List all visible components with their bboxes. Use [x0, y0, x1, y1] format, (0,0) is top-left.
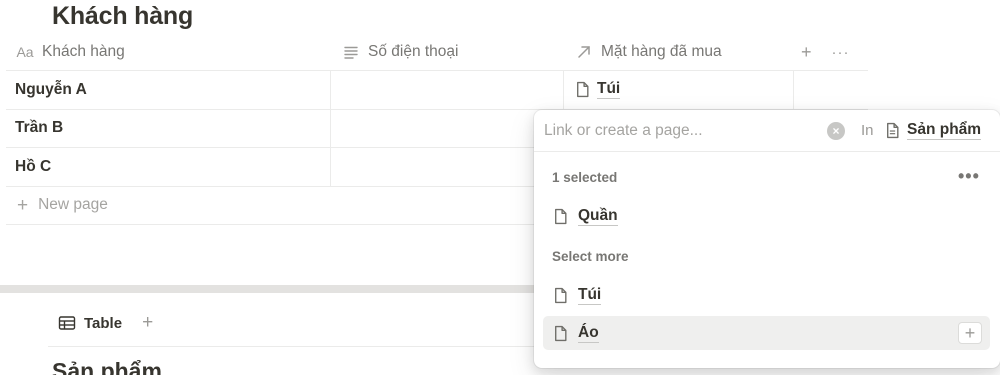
more-options-button[interactable]: ··· — [832, 44, 850, 61]
in-label: In — [861, 122, 874, 139]
phone-cell[interactable] — [331, 148, 564, 186]
column-header-label: Số điện thoại — [368, 43, 459, 60]
document-icon — [887, 122, 899, 139]
add-property-button[interactable]: + — [801, 42, 812, 63]
customer-name-cell[interactable]: Nguyễn A — [6, 71, 331, 109]
relation-picker-popup: × In Sản phẩm 1 selected ••• Quần Select… — [534, 110, 1000, 368]
customer-name-cell[interactable]: Trần B — [6, 109, 331, 147]
option-label: Quần — [578, 206, 618, 226]
table-header-row: Aa Khách hàng Số điện thoại Mặt hàng đã … — [6, 34, 868, 71]
page-reference[interactable]: Túi — [574, 80, 621, 100]
tab-table[interactable]: Table — [84, 315, 122, 332]
page-icon — [555, 208, 567, 224]
add-option-button[interactable]: + — [958, 322, 982, 344]
text-aa-icon: Aa — [16, 44, 34, 60]
selected-count-label: 1 selected — [552, 170, 618, 185]
column-header-label: Khách hàng — [42, 43, 125, 60]
column-header-label: Mặt hàng đã mua — [601, 43, 722, 60]
customer-name-cell[interactable]: Hồ C — [6, 148, 331, 186]
database-selector[interactable]: Sản phẩm — [884, 121, 982, 140]
add-view-button[interactable]: + — [142, 312, 153, 334]
select-more-label: Select more — [552, 249, 629, 264]
column-header-name[interactable]: Aa Khách hàng — [6, 34, 331, 70]
table-icon — [58, 316, 76, 330]
more-icon[interactable]: ••• — [958, 166, 980, 187]
page-icon — [555, 287, 567, 303]
page-title: Khách hàng — [52, 2, 194, 30]
divider-band — [0, 285, 540, 293]
option-label: Áo — [578, 323, 599, 343]
page-reference-label: Túi — [597, 80, 621, 100]
column-header-phone[interactable]: Số điện thoại — [331, 34, 564, 70]
plus-icon: + — [17, 194, 29, 216]
search-input[interactable] — [544, 121, 814, 140]
page-icon — [577, 82, 589, 98]
new-page-label: New page — [38, 196, 108, 213]
clear-icon[interactable]: × — [827, 122, 845, 140]
selected-option-quan[interactable]: Quần — [543, 199, 990, 233]
option-label: Túi — [578, 285, 602, 305]
page-icon — [555, 325, 567, 341]
view-divider — [48, 346, 540, 347]
table-row[interactable]: Nguyễn A Túi — [6, 71, 868, 110]
items-cell[interactable]: Túi — [564, 71, 794, 109]
option-tui[interactable]: Túi — [543, 278, 990, 312]
database-title: Sản phẩm — [52, 358, 162, 375]
header-actions: + ··· — [801, 34, 850, 70]
option-ao[interactable]: Áo + — [543, 316, 990, 350]
phone-cell[interactable] — [331, 109, 564, 147]
column-header-items[interactable]: Mặt hàng đã mua — [564, 34, 794, 70]
lines-icon — [341, 43, 361, 61]
phone-cell[interactable] — [331, 71, 564, 109]
database-name: Sản phẩm — [907, 121, 982, 140]
relation-arrow-icon — [574, 43, 594, 61]
view-tabs: Table + — [58, 312, 153, 334]
